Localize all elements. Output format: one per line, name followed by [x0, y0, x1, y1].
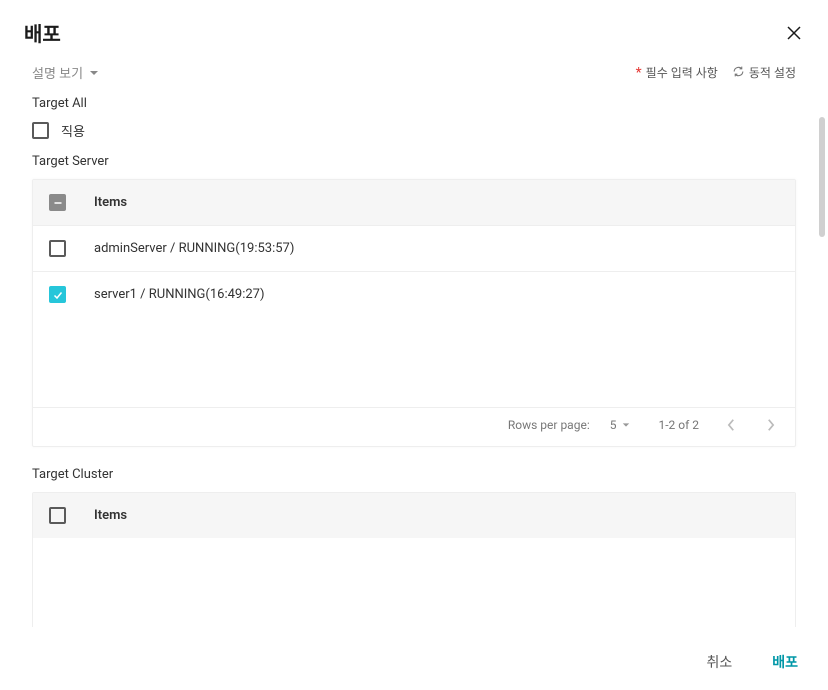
chevron-right-icon [766, 418, 775, 432]
prev-page-button[interactable] [727, 418, 736, 432]
column-items-label: Items [94, 195, 127, 210]
select-all-checkbox[interactable] [49, 194, 66, 211]
target-server-label: Target Server [32, 154, 796, 169]
chevron-left-icon [727, 418, 736, 432]
rows-per-page-label: Rows per page: [508, 418, 590, 432]
table-pagination: Rows per page: 5 1-2 of 2 [33, 407, 795, 446]
legend-required-label: 필수 입력 사항 [646, 64, 718, 81]
target-all-label: Target All [32, 96, 796, 111]
table-header: Items [33, 180, 795, 225]
page-range: 1-2 of 2 [658, 418, 699, 432]
select-all-checkbox[interactable] [49, 507, 66, 524]
table-row: adminServer / RUNNING(19:53:57) [33, 225, 795, 271]
description-toggle-label: 설명 보기 [32, 63, 83, 82]
target-server-table: Items adminServer / RUNNING(19:53:57) se… [32, 179, 796, 447]
table-header: Items [33, 493, 795, 538]
dialog-footer: 취소 배포 [0, 634, 828, 690]
close-button[interactable] [784, 23, 804, 43]
check-icon [52, 289, 64, 301]
row-checkbox[interactable] [49, 240, 66, 257]
asterisk-icon: * [636, 65, 642, 81]
dialog-title: 배포 [24, 18, 61, 47]
legend-dynamic-label: 동적 설정 [749, 64, 796, 81]
empty-body [33, 538, 795, 627]
submit-button[interactable]: 배포 [772, 652, 798, 672]
row-item-text: adminServer / RUNNING(19:53:57) [94, 241, 294, 256]
target-all-apply-label: 직용 [61, 121, 85, 140]
target-cluster-table: Items [32, 492, 796, 627]
row-item-text: server1 / RUNNING(16:49:27) [94, 287, 265, 302]
table-row: server1 / RUNNING(16:49:27) [33, 271, 795, 317]
legend: * 필수 입력 사항 동적 설정 [636, 64, 796, 81]
rows-per-page-value: 5 [610, 418, 617, 432]
caret-down-icon [89, 68, 99, 78]
close-icon [785, 24, 803, 42]
refresh-icon [732, 65, 745, 81]
target-all-checkbox[interactable] [32, 122, 49, 139]
scrollbar[interactable] [819, 117, 825, 237]
legend-required: * 필수 입력 사항 [636, 64, 718, 81]
description-toggle[interactable]: 설명 보기 [32, 63, 99, 82]
target-cluster-label: Target Cluster [32, 467, 796, 482]
legend-dynamic: 동적 설정 [732, 64, 796, 81]
next-page-button[interactable] [766, 418, 775, 432]
indeterminate-icon [52, 197, 64, 209]
caret-down-icon [622, 421, 630, 429]
row-checkbox[interactable] [49, 286, 66, 303]
cancel-button[interactable]: 취소 [706, 652, 732, 672]
column-items-label: Items [94, 508, 127, 523]
rows-per-page-select[interactable]: 5 [610, 418, 631, 432]
